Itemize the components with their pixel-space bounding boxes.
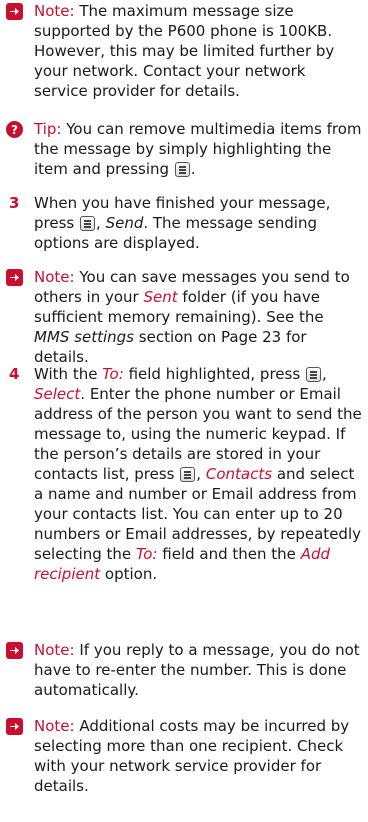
manual-page: Note: The maximum message size supported…	[0, 0, 368, 822]
note-text: Note: If you reply to a message, you do …	[34, 641, 360, 699]
arrow-right-icon	[6, 718, 23, 735]
menu-key-icon	[305, 367, 321, 382]
menu-key-icon	[80, 216, 95, 231]
note-text: Note: The maximum message size supported…	[34, 2, 335, 100]
arrow-right-icon	[6, 269, 23, 286]
step-3: 3 When you have finished your message, p…	[6, 193, 362, 253]
step-4: 4 With the To: field highlighted, press …	[6, 364, 362, 584]
step-text: When you have finished your message, pre…	[34, 194, 331, 252]
step-text: With the To: field highlighted, press , …	[34, 365, 362, 583]
note-costs: Note: Additional costs may be incurred b…	[6, 716, 362, 796]
note-reply: Note: If you reply to a message, you do …	[6, 640, 362, 700]
step-number: 3	[9, 194, 20, 212]
note-save-sent: Note: You can save messages you send to …	[6, 267, 362, 367]
question-icon: ?	[6, 121, 23, 138]
menu-key-icon	[174, 162, 190, 177]
note-text: Note: Additional costs may be incurred b…	[34, 717, 350, 795]
menu-key-icon	[180, 467, 196, 482]
note-max-size: Note: The maximum message size supported…	[6, 1, 362, 101]
arrow-right-icon	[6, 3, 23, 20]
arrow-right-icon	[6, 642, 23, 659]
note-text: Note: You can save messages you send to …	[34, 268, 350, 366]
step-number: 4	[9, 365, 20, 383]
tip-remove-items: ? Tip: You can remove multimedia items f…	[6, 119, 362, 179]
svg-text:?: ?	[11, 123, 18, 137]
tip-text: Tip: You can remove multimedia items fro…	[34, 120, 362, 178]
